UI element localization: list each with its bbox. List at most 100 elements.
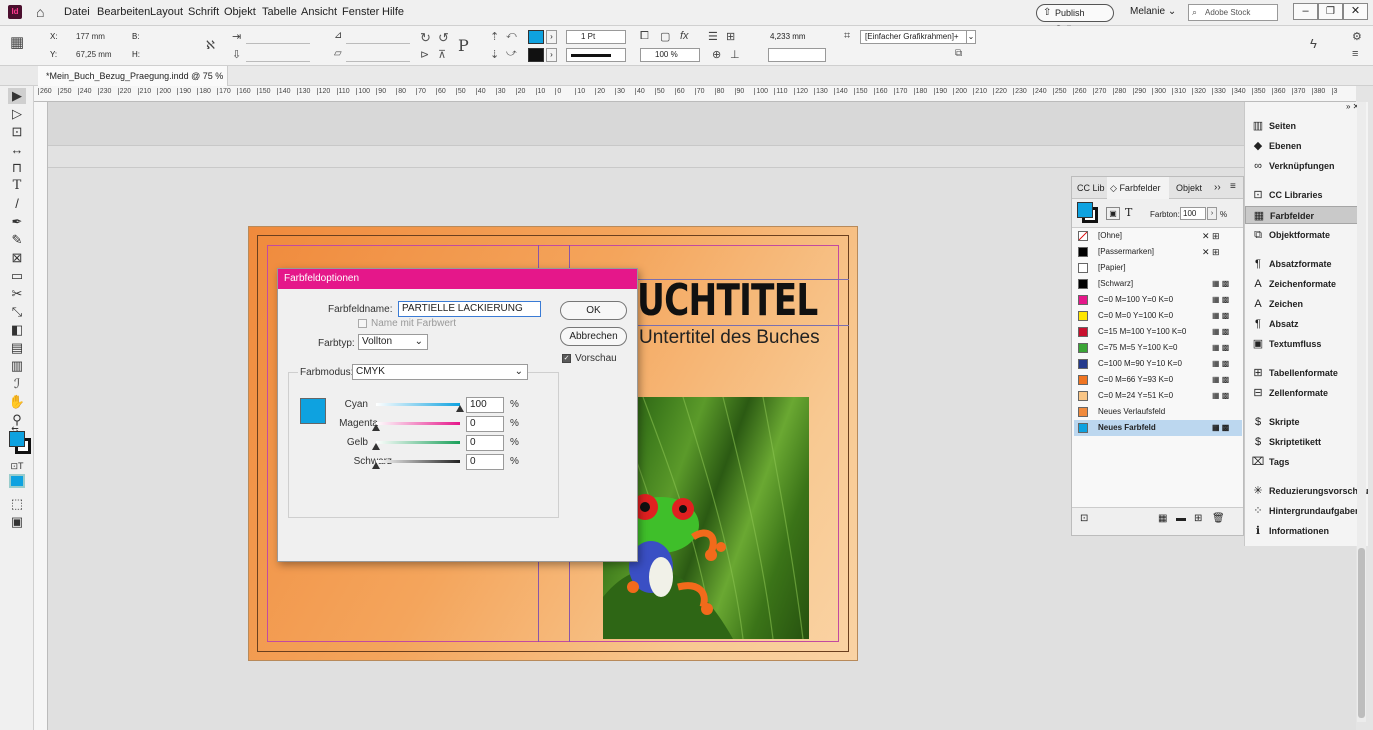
free-transform-tool-icon[interactable]: ⤡ <box>8 304 26 320</box>
swatch-row[interactable]: Neues Verlaufsfeld <box>1074 404 1242 420</box>
swatch-name-input[interactable]: PARTIELLE LACKIERUNG <box>398 301 541 317</box>
scale-y-icon[interactable]: ⇩ <box>232 48 241 61</box>
minimize-button[interactable]: – <box>1293 3 1318 20</box>
slider-value-cyan[interactable]: 100 <box>466 397 504 413</box>
flip-vertical-icon[interactable]: ⊼ <box>438 48 446 61</box>
slider-track-magenta[interactable] <box>376 422 460 425</box>
slider-track-cyan[interactable] <box>376 403 460 406</box>
panel-item-zeichenformate[interactable]: A Zeichenformate <box>1245 275 1365 293</box>
eyedropper-tool-icon[interactable]: ℐ <box>8 376 26 392</box>
formatting-container-icon[interactable]: ⊡T <box>8 458 26 474</box>
hand-tool-icon[interactable]: ✋ <box>8 394 26 410</box>
menu-objekt[interactable]: Objekt <box>224 6 256 18</box>
swatch-row[interactable]: Neues Farbfeld ▦ ▩ <box>1074 420 1242 436</box>
reference-point-icon[interactable]: ▦ <box>10 34 28 52</box>
menu-tabelle[interactable]: Tabelle <box>262 6 297 18</box>
restore-button[interactable]: ❐ <box>1318 3 1343 20</box>
menu-ansicht[interactable]: Ansicht <box>301 6 337 18</box>
panel-item-tags[interactable]: ⌧ Tags <box>1245 453 1365 471</box>
effects-icon[interactable]: fx <box>680 30 689 42</box>
select-previous-icon[interactable]: ⤺ <box>506 30 517 41</box>
text-formatting-icon[interactable]: T <box>1125 206 1132 219</box>
panel-item-farbfelder[interactable]: ▦ Farbfelder <box>1245 206 1363 224</box>
swatch-row[interactable]: C=0 M=66 Y=93 K=0 ▦ ▩ <box>1074 372 1242 388</box>
panel-item-verknüpfungen[interactable]: ∞ Verknüpfungen <box>1245 157 1365 175</box>
cancel-button[interactable]: Abbrechen <box>560 327 627 346</box>
panel-item-seiten[interactable]: ▥ Seiten <box>1245 117 1365 135</box>
direct-selection-tool-icon[interactable]: ▷ <box>8 106 26 122</box>
ok-button[interactable]: OK <box>560 301 627 320</box>
panel-item-reduzierungsvorschau[interactable]: ✳ Reduzierungsvorschau <box>1245 482 1368 500</box>
panel-item-ebenen[interactable]: ◆ Ebenen <box>1245 137 1365 155</box>
size-color-field[interactable] <box>768 48 826 62</box>
panel-item-skriptetikett[interactable]: $ Skriptetikett <box>1245 433 1365 451</box>
slider-value-schwarz[interactable]: 0 <box>466 454 504 470</box>
panel-item-objektformate[interactable]: ⧉ Objektformate <box>1245 226 1365 244</box>
gradient-feather-tool-icon[interactable]: ▤ <box>8 340 26 356</box>
select-next-icon[interactable]: ⤻ <box>506 48 517 59</box>
hamburger-icon[interactable]: ≡ <box>1352 48 1358 60</box>
frame-style-dropdown[interactable]: [Einfacher Grafikrahmen]+ <box>860 30 968 44</box>
container-formatting-icon[interactable]: ▣ <box>1106 207 1120 220</box>
swatch-row[interactable]: C=75 M=5 Y=100 K=0 ▦ ▩ <box>1074 340 1242 356</box>
tab-object[interactable]: Objekt <box>1176 183 1202 193</box>
tint-field[interactable]: 100 <box>1180 207 1206 220</box>
slider-thumb-schwarz[interactable] <box>372 462 380 469</box>
scale-dropdown-x[interactable] <box>246 30 310 44</box>
slider-value-gelb[interactable]: 0 <box>466 435 504 451</box>
text-wrap-options-icon[interactable]: ⧉ <box>955 48 962 59</box>
y-field[interactable]: 67,25 mm <box>62 48 114 62</box>
rectangle-frame-tool-icon[interactable]: ⊠ <box>8 250 26 266</box>
swatch-row[interactable]: C=100 M=90 Y=10 K=0 ▦ ▩ <box>1074 356 1242 372</box>
panel-expand-icon[interactable]: ›› <box>1214 182 1221 193</box>
delete-swatch-icon[interactable]: 🗑 <box>1212 513 1225 524</box>
rotate-ccw-icon[interactable]: ↺ <box>438 30 449 46</box>
panel-menu-icon[interactable]: ≡ <box>1230 181 1236 192</box>
align-center-icon[interactable]: ⊕ <box>712 48 721 61</box>
close-window-button[interactable]: ✕ <box>1343 3 1368 20</box>
apply-color-button[interactable] <box>9 474 25 488</box>
frame-fitting-icon[interactable]: ⧠ <box>640 30 649 43</box>
panel-item-tabellenformate[interactable]: ⊞ Tabellenformate <box>1245 364 1365 382</box>
swatch-row[interactable]: C=0 M=0 Y=100 K=0 ▦ ▩ <box>1074 308 1242 324</box>
book-subtitle[interactable]: Untertitel des Buches <box>639 327 820 349</box>
flip-horizontal-icon[interactable]: ⊳ <box>420 48 429 61</box>
swatch-row[interactable]: [Schwarz] ▦ ▩ <box>1074 276 1242 292</box>
distribute-icon[interactable]: ⊞ <box>726 30 735 43</box>
slider-thumb-cyan[interactable] <box>456 405 464 412</box>
swatch-row[interactable]: [Papier] <box>1074 260 1242 276</box>
panel-item-informationen[interactable]: ℹ Informationen <box>1245 522 1365 540</box>
line-tool-icon[interactable]: / <box>8 196 26 212</box>
opacity-field[interactable]: 100 % <box>640 48 700 62</box>
swatch-row[interactable]: [Passermarken] ✕ ⊞ <box>1074 244 1242 260</box>
fill-dropdown[interactable]: › <box>546 30 557 44</box>
dialog-title[interactable]: Farbfeldoptionen <box>278 269 637 289</box>
content-collector-icon[interactable]: ⊓ <box>8 160 26 176</box>
panel-item-zeichen[interactable]: A Zeichen <box>1245 295 1365 313</box>
color-type-dropdown[interactable]: Vollton ⌄ <box>358 334 428 350</box>
content-fit-icon[interactable]: ▢ <box>660 30 670 43</box>
fill-swatch[interactable] <box>528 30 544 44</box>
swatch-row[interactable]: C=0 M=24 Y=51 K=0 ▦ ▩ <box>1074 388 1242 404</box>
select-container-icon[interactable]: ⇡ <box>490 30 499 43</box>
preview-mode-icon[interactable]: ▣ <box>8 514 26 530</box>
preview-checkbox[interactable]: ✓ <box>562 354 571 363</box>
fill-color-box[interactable] <box>9 431 25 447</box>
user-menu[interactable]: Melanie ⌄ <box>1130 6 1176 17</box>
panel-item-hintergrundaufgaben[interactable]: ⁘ Hintergrundaufgaben <box>1245 502 1365 520</box>
swatch-row[interactable]: C=15 M=100 Y=100 K=0 ▦ ▩ <box>1074 324 1242 340</box>
page-tool-icon[interactable]: ⊡ <box>8 124 26 140</box>
panel-item-absatzformate[interactable]: ¶ Absatzformate <box>1245 255 1365 273</box>
select-content-icon[interactable]: ⇣ <box>490 48 499 61</box>
lightning-icon[interactable]: ϟ <box>1310 36 1317 51</box>
rotate-field[interactable] <box>346 30 410 44</box>
new-swatch-icon[interactable]: ⊞ <box>1194 513 1202 524</box>
x-field[interactable]: 177 mm <box>62 30 114 44</box>
align-icon[interactable]: ☰ <box>708 30 718 43</box>
tab-swatches[interactable]: ◇ Farbfelder <box>1107 177 1169 199</box>
screen-mode-icon[interactable]: ⬚ <box>8 496 26 512</box>
scissors-tool-icon[interactable]: ✂ <box>8 286 26 302</box>
pen-tool-icon[interactable]: ✒ <box>8 214 26 230</box>
h-field[interactable] <box>142 48 192 62</box>
swatch-row[interactable]: [Ohne] ✕ ⊞ <box>1074 228 1242 244</box>
